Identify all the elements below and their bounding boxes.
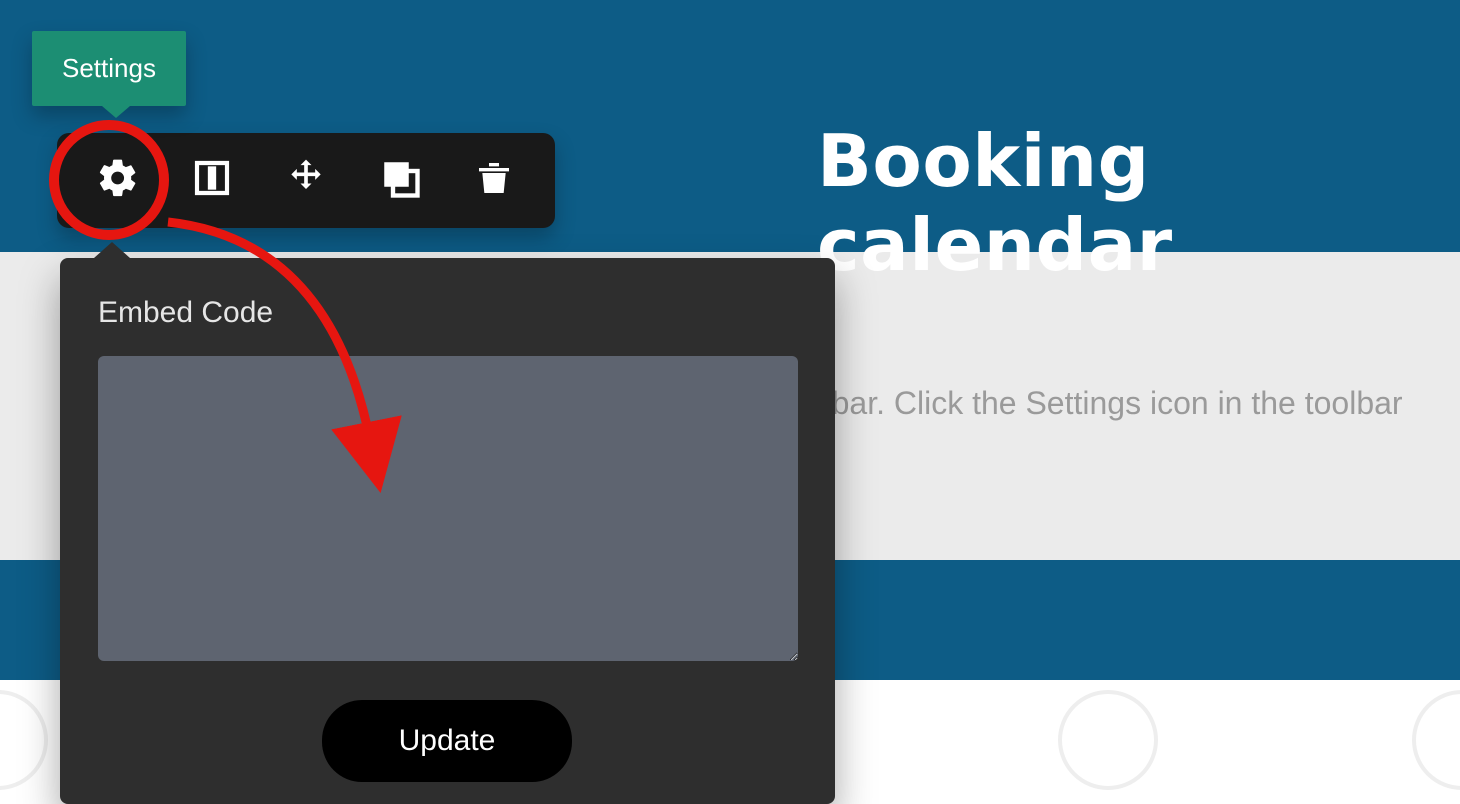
duplicate-button[interactable]	[362, 143, 438, 219]
settings-button[interactable]	[80, 143, 156, 219]
trash-icon	[474, 158, 514, 203]
instruction-text: toolbar. Click the Settings icon in the …	[780, 385, 1403, 422]
tooltip-label: Settings	[62, 53, 156, 83]
move-icon	[284, 156, 328, 205]
update-button[interactable]: Update	[322, 700, 572, 782]
decorative-circle	[1058, 690, 1158, 790]
move-button[interactable]	[268, 143, 344, 219]
delete-button[interactable]	[456, 143, 532, 219]
page-title: Booking calendar	[817, 119, 1460, 287]
tooltip-settings: Settings	[32, 31, 186, 106]
settings-panel: Embed Code Update	[60, 258, 835, 804]
decorative-circle	[0, 690, 48, 790]
column-button[interactable]	[174, 143, 250, 219]
duplicate-icon	[379, 157, 421, 204]
gear-icon	[96, 156, 140, 205]
embed-code-label: Embed Code	[98, 296, 273, 330]
embed-code-textarea[interactable]	[98, 356, 798, 661]
column-icon	[192, 158, 232, 203]
decorative-circle	[1412, 690, 1460, 790]
element-toolbar	[57, 133, 555, 228]
